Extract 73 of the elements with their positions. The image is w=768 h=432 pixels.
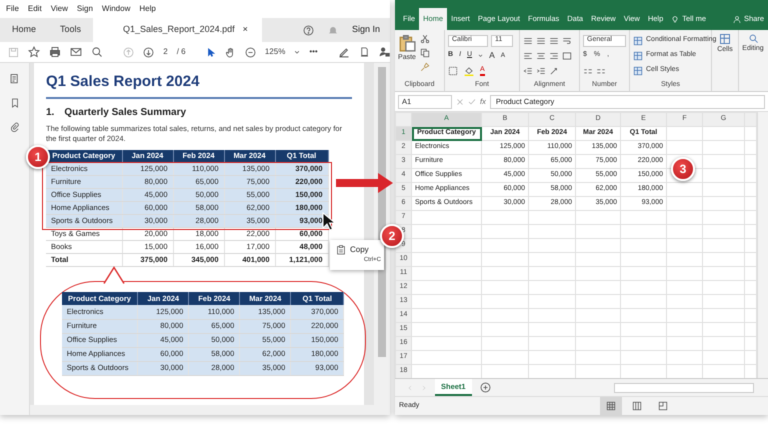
attachment-icon[interactable] bbox=[10, 121, 20, 133]
pages-icon[interactable] bbox=[9, 73, 20, 85]
wrap-text-icon[interactable] bbox=[562, 36, 572, 46]
menu-item[interactable]: Window bbox=[102, 3, 130, 15]
comment-icon[interactable] bbox=[358, 46, 370, 58]
grow-font-button[interactable]: A bbox=[489, 49, 495, 62]
caret-icon[interactable] bbox=[478, 53, 484, 58]
tab-label: Q1_Sales_Report_2024.pdf bbox=[123, 23, 235, 36]
align-center-icon[interactable] bbox=[536, 50, 546, 60]
vertical-scrollbar[interactable] bbox=[757, 112, 768, 378]
zoom-search-icon[interactable] bbox=[91, 46, 103, 58]
help-icon[interactable] bbox=[302, 24, 314, 36]
horizontal-scrollbar[interactable] bbox=[614, 382, 754, 392]
print-icon[interactable] bbox=[49, 46, 61, 58]
page-count: / 6 bbox=[176, 46, 186, 58]
pen-icon[interactable] bbox=[338, 46, 350, 58]
align-left-icon[interactable] bbox=[523, 50, 533, 60]
cell-styles-icon[interactable] bbox=[633, 66, 643, 76]
scissors-icon[interactable] bbox=[420, 34, 430, 44]
spreadsheet-grid[interactable] bbox=[395, 112, 757, 379]
search-icon[interactable] bbox=[748, 33, 758, 44]
star-icon[interactable] bbox=[28, 46, 40, 58]
fill-color-icon[interactable] bbox=[464, 66, 474, 76]
section-number: 1. bbox=[46, 106, 54, 120]
person-icon[interactable] bbox=[732, 14, 741, 24]
align-middle-icon[interactable] bbox=[536, 36, 546, 46]
zoom-out-icon[interactable] bbox=[244, 46, 256, 58]
menu-item[interactable]: Sign bbox=[76, 3, 93, 15]
lightbulb-icon[interactable] bbox=[671, 14, 680, 24]
page-number-field[interactable]: 2 bbox=[163, 46, 168, 58]
page-down-icon[interactable] bbox=[143, 46, 154, 58]
horizontal-scrollbar[interactable] bbox=[30, 405, 390, 415]
bookmark-icon[interactable] bbox=[10, 97, 20, 109]
normal-view-icon[interactable] bbox=[606, 401, 616, 411]
paste-icon[interactable] bbox=[398, 33, 416, 53]
tab[interactable]: Tools bbox=[48, 18, 94, 42]
borders-icon[interactable] bbox=[448, 66, 458, 76]
align-top-icon[interactable] bbox=[523, 36, 533, 46]
orientation-icon[interactable] bbox=[549, 66, 559, 76]
user-lock-icon[interactable] bbox=[378, 46, 390, 58]
menu-item[interactable]: Help bbox=[139, 3, 156, 15]
merge-icon[interactable] bbox=[562, 50, 572, 60]
zoom-level-field[interactable]: 125% bbox=[264, 46, 286, 58]
section-heading: Quarterly Sales Summary bbox=[64, 106, 186, 120]
decrease-indent-icon[interactable] bbox=[523, 66, 533, 76]
close-tab-button[interactable]: × bbox=[242, 23, 248, 37]
table-format-icon[interactable] bbox=[633, 50, 643, 60]
hand-icon[interactable] bbox=[224, 46, 236, 58]
menu-item[interactable]: File bbox=[6, 3, 19, 15]
align-bottom-icon[interactable] bbox=[549, 36, 559, 46]
page-break-icon[interactable] bbox=[658, 401, 668, 411]
menu-label: Copy bbox=[350, 244, 369, 256]
caret-icon[interactable] bbox=[294, 49, 300, 55]
brush-icon[interactable] bbox=[420, 62, 430, 72]
menu-item[interactable]: Edit bbox=[28, 3, 42, 15]
page-layout-icon[interactable] bbox=[632, 401, 642, 411]
menu-item[interactable]: View bbox=[50, 3, 68, 15]
document-title: Q1 Sales Report 2024 bbox=[46, 71, 352, 98]
more-tools-button[interactable]: ••• bbox=[309, 46, 318, 58]
increase-indent-icon[interactable] bbox=[536, 66, 546, 76]
add-sheet-icon[interactable] bbox=[480, 382, 491, 393]
align-right-icon[interactable] bbox=[549, 50, 559, 60]
document-tab[interactable]: Q1_Sales_Report_2024.pdf × bbox=[93, 18, 262, 42]
clipboard-icon bbox=[336, 244, 346, 256]
arrow bbox=[336, 172, 394, 194]
mail-icon[interactable] bbox=[70, 46, 82, 58]
conditional-formatting-icon[interactable] bbox=[633, 36, 643, 46]
pointer-icon[interactable] bbox=[206, 46, 216, 58]
mouse-pointer-icon bbox=[322, 212, 336, 232]
cells-icon[interactable] bbox=[719, 33, 731, 45]
sign-in-link[interactable]: Sign In bbox=[352, 23, 380, 37]
tab[interactable]: Home bbox=[0, 18, 48, 42]
copy-icon[interactable] bbox=[420, 48, 430, 58]
